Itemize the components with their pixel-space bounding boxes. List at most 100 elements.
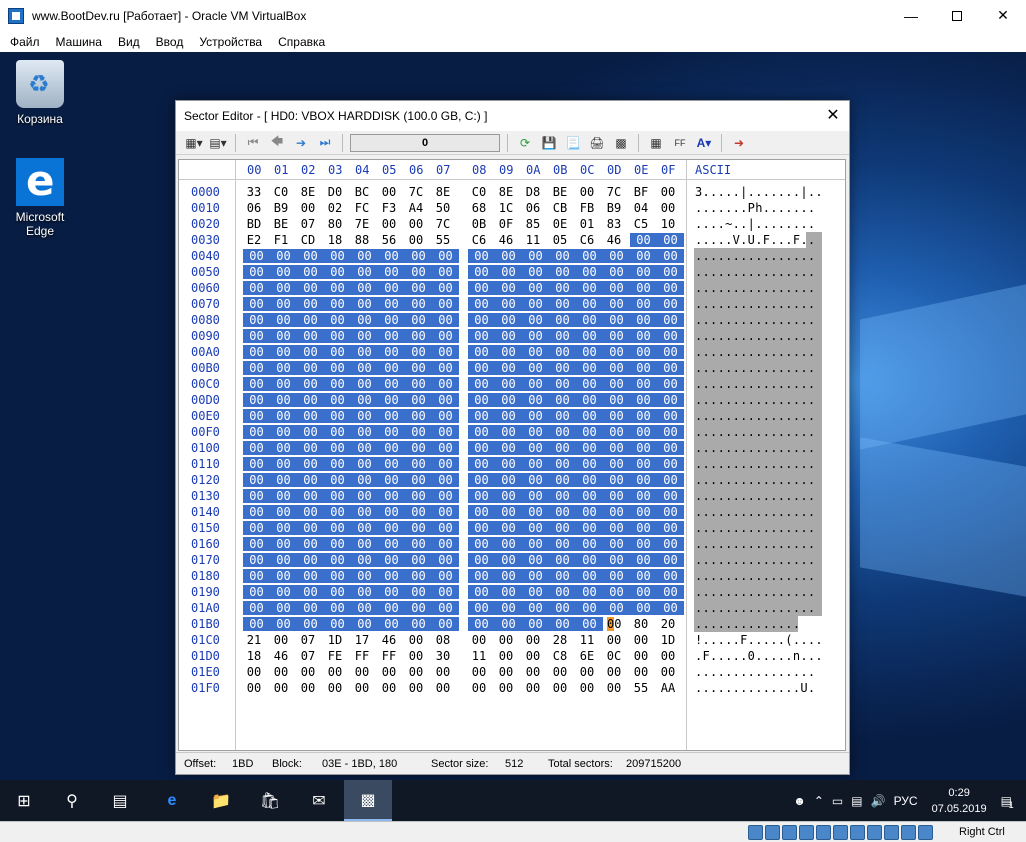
hex-byte[interactable]: 00 (243, 569, 270, 583)
hex-byte[interactable]: 00 (522, 601, 549, 615)
hex-row[interactable]: 0020 BD BE 07 80 7E 00 00 7C 0B 0F 85 0E 01 83 C5 10....… (179, 216, 845, 232)
hex-byte[interactable]: 00 (351, 393, 378, 407)
hex-byte[interactable]: 00 (495, 537, 522, 551)
hex-byte[interactable]: 00 (522, 633, 544, 647)
hex-byte[interactable]: 00 (657, 313, 684, 327)
hex-byte[interactable]: 30 (432, 649, 454, 663)
ascii-text[interactable]: !.....F.....(.... (695, 633, 823, 647)
refresh-icon[interactable]: ⟳ (515, 134, 535, 152)
hex-byte[interactable]: 00 (657, 505, 684, 519)
hex-byte[interactable]: 00 (378, 505, 405, 519)
hex-byte[interactable]: 00 (405, 681, 427, 695)
hex-byte[interactable]: 00 (522, 505, 549, 519)
hex-byte[interactable]: 00 (297, 489, 324, 503)
hex-byte[interactable]: 00 (603, 313, 630, 327)
hex-byte[interactable]: 00 (297, 617, 324, 631)
hex-byte[interactable]: 00 (468, 489, 495, 503)
hex-byte[interactable]: 00 (432, 473, 459, 487)
hex-byte[interactable]: 00 (378, 185, 400, 199)
hex-byte[interactable]: 00 (522, 265, 549, 279)
hex-byte[interactable]: 00 (432, 489, 459, 503)
hex-byte[interactable]: BC (351, 185, 373, 199)
shared-folders-icon[interactable] (833, 825, 848, 840)
hex-byte[interactable]: 00 (405, 569, 432, 583)
ascii-text[interactable]: ................ (695, 473, 815, 487)
hex-byte[interactable]: 00 (432, 265, 459, 279)
hex-byte[interactable]: 00 (432, 585, 459, 599)
hex-byte[interactable]: 00 (495, 377, 522, 391)
hex-byte[interactable]: 00 (468, 601, 495, 615)
hex-row[interactable]: 0110 00 00 00 00 00 00 00 00 00 00 00 00 00 00 00 00....… (179, 456, 845, 472)
hex-byte[interactable]: 00 (630, 505, 657, 519)
hex-byte[interactable]: FF (378, 649, 400, 663)
hex-byte[interactable]: 00 (468, 521, 495, 535)
hex-byte[interactable]: 04 (630, 201, 652, 215)
hex-byte[interactable]: BF (630, 185, 652, 199)
hex-byte[interactable]: 00 (522, 361, 549, 375)
hex-byte[interactable]: 00 (270, 393, 297, 407)
menu-help[interactable]: Справка (270, 35, 333, 49)
hex-byte[interactable]: 00 (657, 185, 679, 199)
hex-byte[interactable]: 00 (324, 489, 351, 503)
hex-byte[interactable]: 00 (297, 441, 324, 455)
hex-byte[interactable]: 02 (324, 201, 346, 215)
hex-byte[interactable]: 00 (657, 521, 684, 535)
hex-byte[interactable]: 00 (522, 457, 549, 471)
hex-byte[interactable]: 00 (495, 617, 522, 631)
hex-view[interactable]: ASCII 00 01 02 03 04 05 06 07 08 09 0A 0B 0C 0D 0E 0F 0… (178, 159, 846, 751)
hex-byte[interactable]: E2 (243, 233, 265, 247)
hex-byte[interactable]: 00 (270, 489, 297, 503)
hex-byte[interactable]: 00 (495, 553, 522, 567)
hex-byte[interactable]: 00 (270, 553, 297, 567)
hex-byte[interactable]: 00 (297, 601, 324, 615)
menu-machine[interactable]: Машина (48, 35, 110, 49)
hex-byte[interactable]: BD (243, 217, 265, 231)
hex-byte[interactable]: 46 (495, 233, 517, 247)
hex-byte[interactable]: 00 (630, 297, 657, 311)
hex-byte[interactable]: 00 (549, 617, 576, 631)
hex-row[interactable]: 0120 00 00 00 00 00 00 00 00 00 00 00 00 00 00 00 00....… (179, 472, 845, 488)
hex-byte[interactable]: 00 (324, 313, 351, 327)
hex-byte[interactable]: 0C (603, 649, 625, 663)
hex-byte[interactable]: 00 (243, 681, 265, 695)
ascii-text[interactable]: .F.....0.....n... (695, 649, 823, 663)
load-file-icon[interactable]: 📃 (563, 134, 583, 152)
hex-byte[interactable]: 00 (495, 329, 522, 343)
hex-byte[interactable]: 00 (324, 265, 351, 279)
hex-row[interactable]: 0080 00 00 00 00 00 00 00 00 00 00 00 00 00 00 00 00....… (179, 312, 845, 328)
start-button[interactable]: ⊞ (0, 780, 48, 821)
hex-byte[interactable]: 00 (522, 489, 549, 503)
hex-byte[interactable]: 00 (630, 313, 657, 327)
hex-byte[interactable]: 33 (243, 185, 265, 199)
hex-byte[interactable]: 00 (468, 537, 495, 551)
ascii-text[interactable]: ................ (695, 265, 815, 279)
hex-byte[interactable]: 00 (378, 553, 405, 567)
hex-byte[interactable]: 00 (405, 457, 432, 471)
hex-byte[interactable]: B9 (270, 201, 292, 215)
hex-byte[interactable]: 00 (495, 681, 517, 695)
hex-byte[interactable]: 00 (351, 425, 378, 439)
hex-byte[interactable]: 00 (243, 313, 270, 327)
hex-byte[interactable]: 00 (270, 249, 297, 263)
menu-file[interactable]: Файл (2, 35, 48, 49)
hex-byte[interactable]: 00 (351, 601, 378, 615)
hex-byte[interactable]: 00 (324, 457, 351, 471)
ascii-text[interactable]: ................ (695, 521, 815, 535)
hex-byte[interactable]: 00 (405, 649, 427, 663)
hex-byte[interactable]: 00 (495, 585, 522, 599)
hex-byte[interactable]: 00 (630, 553, 657, 567)
ascii-text[interactable]: .....V.U.F...F.. (695, 233, 815, 247)
hex-byte[interactable]: 00 (324, 585, 351, 599)
hex-byte[interactable]: 00 (351, 297, 378, 311)
hex-byte[interactable]: 8E (495, 185, 517, 199)
hex-byte[interactable]: 00 (243, 345, 270, 359)
hex-byte[interactable]: 00 (243, 601, 270, 615)
hex-byte[interactable]: 00 (603, 489, 630, 503)
hex-byte[interactable]: 00 (603, 265, 630, 279)
hex-byte[interactable]: 00 (378, 473, 405, 487)
hex-byte[interactable]: 00 (630, 393, 657, 407)
hex-byte[interactable]: 00 (657, 233, 684, 247)
hex-byte[interactable]: 00 (297, 457, 324, 471)
hex-byte[interactable]: 00 (603, 553, 630, 567)
hex-byte[interactable]: 00 (243, 249, 270, 263)
